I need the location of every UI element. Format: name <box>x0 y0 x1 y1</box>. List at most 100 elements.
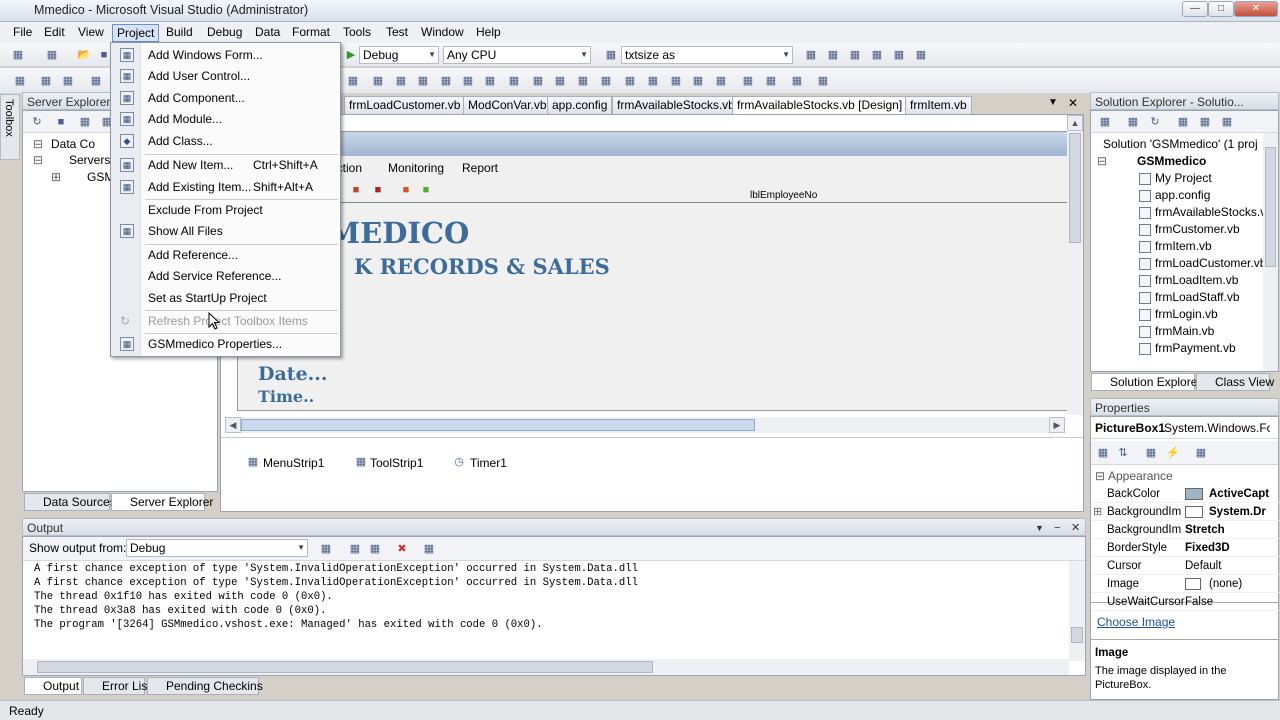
menu-project[interactable]: Project <box>112 24 160 42</box>
center-icon[interactable]: ▦ <box>690 73 706 89</box>
solution-vscroll[interactable] <box>1263 133 1278 371</box>
tab-solution-explorer[interactable]: Solution Explorer <box>1091 373 1201 391</box>
property-row[interactable]: Cursor Default <box>1091 557 1279 575</box>
output-source-select[interactable]: Debug ▼ <box>126 539 308 557</box>
stop-icon[interactable]: ■ <box>53 114 69 130</box>
menu-item-set-startup-project[interactable]: Set as StartUp Project <box>111 288 340 309</box>
menu-item-add-component[interactable]: ▦ Add Component... <box>111 88 340 109</box>
solution-item[interactable]: app.config <box>1155 188 1210 202</box>
menu-test[interactable]: Test <box>382 24 412 42</box>
minimize-button[interactable]: — <box>1182 1 1208 17</box>
scroll-left-icon[interactable]: ◀ <box>225 417 241 433</box>
tree-expander-icon[interactable]: ⊟ <box>33 137 43 151</box>
menu-item-add-module[interactable]: ▦ Add Module... <box>111 109 340 130</box>
align-left-icon[interactable]: ▦ <box>345 73 361 89</box>
panel-menu-icon[interactable]: ▼ <box>1035 519 1044 537</box>
refresh-icon[interactable]: ↻ <box>29 114 45 130</box>
align-icon[interactable]: ▦ <box>88 73 104 89</box>
solution-item[interactable]: frmCustomer.vb <box>1155 222 1240 236</box>
align-right-icon[interactable]: ▦ <box>393 73 409 89</box>
scroll-thumb[interactable] <box>37 661 653 673</box>
designer-hscroll[interactable]: ◀ ▶ <box>225 417 1065 433</box>
prev-message-icon[interactable]: ▦ <box>347 541 363 557</box>
output-hscroll[interactable] <box>23 659 1069 675</box>
solution-item[interactable]: frmLoadStaff.vb <box>1155 290 1240 304</box>
menu-item-add-user-control[interactable]: ▦ Add User Control... <box>111 66 340 87</box>
size-icon[interactable]: ▦ <box>482 73 498 89</box>
tray-timer[interactable]: Timer1 <box>470 456 507 470</box>
class-diagram-icon[interactable]: ▦ <box>1219 114 1235 130</box>
size-icon[interactable]: ▦ <box>460 73 476 89</box>
tab-output[interactable]: Output <box>24 677 82 695</box>
property-pages-icon[interactable]: ▦ <box>1193 445 1209 461</box>
alphabetical-icon[interactable]: ⇅ <box>1115 445 1131 461</box>
clear-all-icon[interactable]: ✖ <box>394 541 410 557</box>
doc-tab[interactable]: ModConVar.vb <box>463 96 552 114</box>
menu-item-add-reference[interactable]: Add Reference... <box>111 245 340 266</box>
form-menu-report[interactable]: Report <box>462 161 498 175</box>
find-in-files-icon[interactable]: ▦ <box>803 47 819 63</box>
close-button[interactable]: ✕ <box>1234 1 1278 17</box>
menu-item-add-new-item[interactable]: ▦ Add New Item... Ctrl+Shift+A <box>111 155 340 176</box>
tab-class-view[interactable]: Class View <box>1196 373 1274 391</box>
scroll-right-icon[interactable]: ▶ <box>1049 417 1065 433</box>
data-connections-node[interactable]: Data Co <box>51 137 95 151</box>
view-designer-icon[interactable]: ▦ <box>1197 114 1213 130</box>
form-menu-monitoring[interactable]: Monitoring <box>388 161 444 175</box>
solution-item[interactable]: frmLoadCustomer.vb <box>1155 256 1266 270</box>
close-icon[interactable]: ✕ <box>1071 519 1080 537</box>
servers-node[interactable]: Servers <box>69 153 110 167</box>
toolbox-icon[interactable]: ▦ <box>891 47 907 63</box>
menu-item-exclude-from-project[interactable]: Exclude From Project <box>111 200 340 221</box>
property-row[interactable]: BackgroundIm Stretch <box>1091 521 1279 539</box>
menu-tools[interactable]: Tools <box>339 24 375 42</box>
property-row[interactable]: BorderStyle Fixed3D <box>1091 539 1279 557</box>
solution-item[interactable]: frmLoadItem.vb <box>1155 273 1238 287</box>
spacing-icon[interactable]: ▦ <box>645 73 661 89</box>
spacing-icon[interactable]: ▦ <box>506 73 522 89</box>
choose-image-link[interactable]: Choose Image <box>1097 615 1175 629</box>
properties-view-icon[interactable]: ▦ <box>1143 445 1159 461</box>
menu-item-project-properties[interactable]: ▦ GSMmedico Properties... <box>111 334 340 355</box>
menu-item-add-service-reference[interactable]: Add Service Reference... <box>111 266 340 287</box>
property-row[interactable]: ⊞ BackgroundIm System.Dr <box>1091 503 1279 521</box>
properties-icon[interactable]: ▦ <box>1097 114 1113 130</box>
tray-toolstrip[interactable]: ToolStrip1 <box>370 456 423 470</box>
properties-object-select[interactable]: PictureBox1 System.Windows.For <box>1091 417 1278 439</box>
doc-tab-active[interactable]: frmAvailableStocks.vb [Design] <box>732 96 908 114</box>
expand-icon[interactable]: ⊞ <box>1093 503 1102 521</box>
property-row[interactable]: UseWaitCursor False <box>1091 593 1279 611</box>
scroll-thumb[interactable] <box>1071 627 1083 643</box>
menu-item-add-windows-form[interactable]: ▦ Add Windows Form... <box>111 45 340 66</box>
scroll-thumb[interactable] <box>1265 147 1276 267</box>
menu-debug[interactable]: Debug <box>203 24 246 42</box>
menu-item-refresh-toolbox-items[interactable]: ↻ Refresh Project Toolbox Items <box>111 311 340 332</box>
lock-icon[interactable]: ▦ <box>789 73 805 89</box>
open-file-icon[interactable]: 📂 <box>76 47 92 63</box>
spacing-icon[interactable]: ▦ <box>552 73 568 89</box>
tab-order-icon[interactable]: ▦ <box>12 73 28 89</box>
solution-item[interactable]: frmPayment.vb <box>1155 341 1236 355</box>
config-select[interactable]: Debug ▼ <box>359 46 439 64</box>
tray-menustrip[interactable]: MenuStrip1 <box>263 456 324 470</box>
designer-vscroll[interactable]: ▲ <box>1067 115 1083 415</box>
scroll-thumb[interactable] <box>1069 133 1081 243</box>
toolbox-strip[interactable]: Toolbox <box>0 94 20 160</box>
pin-icon[interactable]: − <box>1054 519 1060 537</box>
tree-expander-icon[interactable]: ⊞ <box>51 170 61 184</box>
spacing-icon[interactable]: ▦ <box>575 73 591 89</box>
maximize-button[interactable]: □ <box>1208 1 1234 17</box>
tree-expander-icon[interactable]: ⊟ <box>33 153 43 167</box>
menu-file[interactable]: File <box>9 24 36 42</box>
size-icon[interactable]: ▦ <box>415 73 431 89</box>
view-code-icon[interactable]: ▦ <box>1175 114 1191 130</box>
refresh-icon[interactable]: ↻ <box>1147 114 1163 130</box>
find-combo[interactable]: txtsize as ▼ <box>621 46 793 64</box>
properties-icon[interactable]: ▦ <box>847 47 863 63</box>
doc-tab[interactable]: app.config <box>547 96 613 114</box>
solution-item[interactable]: frmAvailableStocks.vb <box>1155 205 1273 219</box>
spacing-icon[interactable]: ▦ <box>622 73 638 89</box>
menu-format[interactable]: Format <box>288 24 334 42</box>
categorized-icon[interactable]: ▦ <box>1095 445 1111 461</box>
bring-front-icon[interactable]: ▦ <box>740 73 756 89</box>
